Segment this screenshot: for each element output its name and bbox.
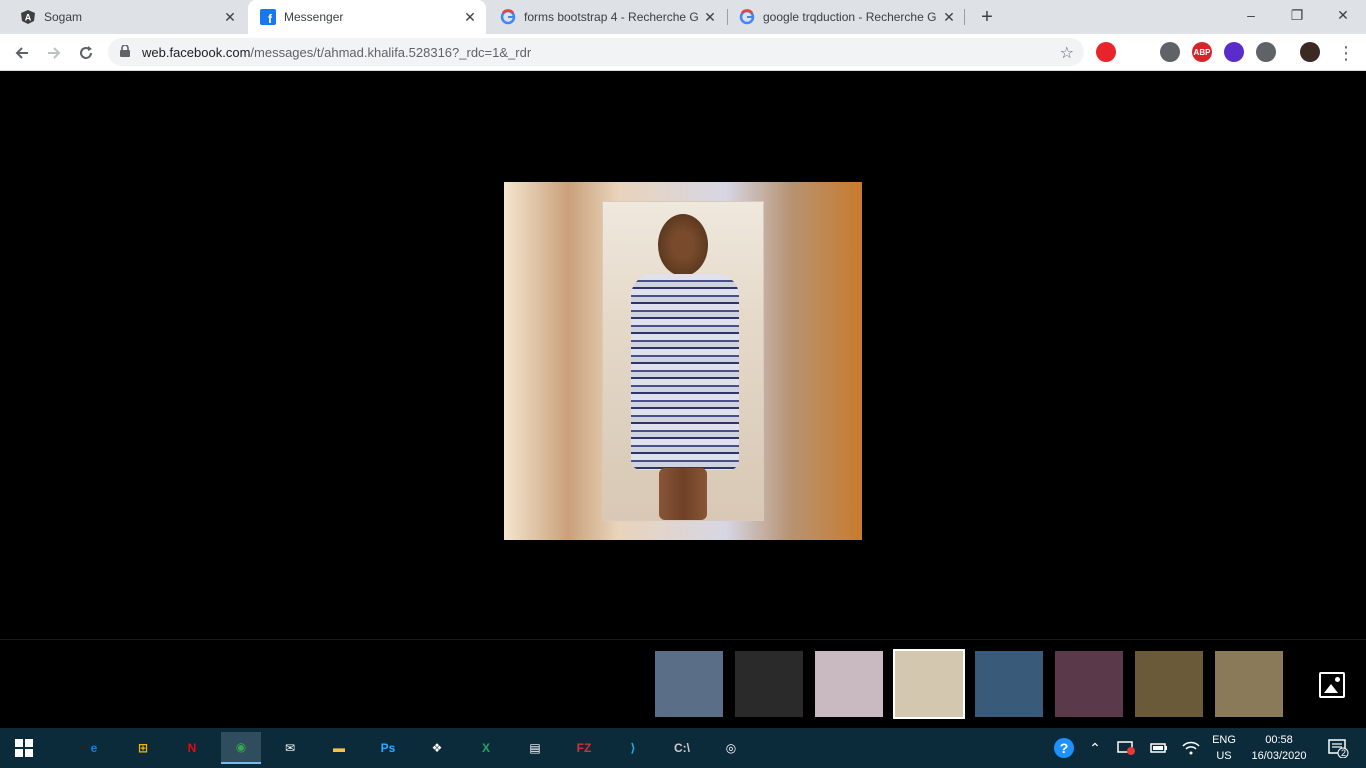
groove-icon[interactable]: ◎ (711, 732, 751, 764)
purple-extension-icon[interactable] (1224, 42, 1244, 62)
close-icon[interactable]: ✕ (222, 9, 238, 25)
show-hidden-icons[interactable]: ⌃ (1084, 728, 1106, 768)
reload-icon (80, 46, 92, 59)
forward-button[interactable] (40, 39, 68, 67)
tab-forms-bootstrap[interactable]: forms bootstrap 4 - Recherche G ✕ (488, 0, 726, 34)
figure-legs (659, 468, 707, 520)
terminal-icon[interactable]: C:\ (662, 732, 702, 764)
tab-title: forms bootstrap 4 - Recherche G (524, 10, 699, 24)
profile-avatar[interactable] (1300, 42, 1320, 62)
thumbnail-strip (0, 639, 1366, 728)
url-host: web.facebook.com (142, 44, 251, 60)
thumb-portrait[interactable] (1055, 651, 1123, 717)
gallery-icon[interactable] (1319, 672, 1345, 698)
windows-logo-icon (15, 739, 33, 757)
language-indicator[interactable]: ENG US (1208, 732, 1240, 764)
close-icon[interactable]: ✕ (462, 9, 478, 25)
tab-sogam[interactable]: A Sogam ✕ (8, 0, 246, 34)
keyboard-layout: US (1216, 750, 1232, 762)
help-icon[interactable]: ? (1052, 728, 1076, 768)
facebook-icon: f (260, 9, 276, 25)
back-arrow-icon (15, 47, 28, 59)
photo-viewer (0, 71, 1366, 639)
tab-google-traduction[interactable]: google trqduction - Recherche G ✕ (727, 0, 965, 34)
stop-extension-icon[interactable] (1096, 42, 1116, 62)
tab-title: Messenger (284, 10, 344, 24)
url-text: web.facebook.com/messages/t/ahmad.khalif… (142, 45, 531, 60)
windows-taskbar: e ⊞ N ◉ ✉ ▬ Ps ❖ X ▤ FZ ⟩ C:\ ◎ ? ⌃ ENG US 00:58 16/0… (0, 728, 1366, 768)
edge-icon[interactable]: e (74, 732, 114, 764)
tab-strip: A Sogam ✕ f Messenger ✕ forms bootstrap … (0, 0, 1366, 34)
tab-title: google trqduction - Recherche G (763, 10, 937, 24)
minimize-button[interactable]: – (1228, 0, 1274, 30)
wifi-icon[interactable] (1180, 728, 1202, 768)
new-tab-button[interactable]: + (976, 6, 998, 28)
thumb-dark-screenshot[interactable] (735, 651, 803, 717)
video-editor-icon[interactable]: ▤ (515, 732, 555, 764)
security-tray-icon[interactable] (1114, 728, 1138, 768)
angular-icon: A (20, 9, 36, 25)
mail-icon[interactable]: ✉ (270, 732, 310, 764)
netflix-icon[interactable]: N (172, 732, 212, 764)
thumb-chat-screenshot[interactable] (655, 651, 723, 717)
vscode-icon[interactable]: ⟩ (613, 732, 653, 764)
tab-messenger[interactable]: f Messenger ✕ (248, 0, 486, 34)
thumb-landscape[interactable] (1135, 651, 1203, 717)
close-icon[interactable]: ✕ (702, 9, 718, 25)
clock-date: 16/03/2020 (1251, 750, 1307, 762)
lock-icon (120, 43, 132, 60)
maximize-button[interactable]: ❐ (1274, 0, 1320, 30)
chrome-icon[interactable]: ◉ (221, 732, 261, 764)
svg-text:A: A (25, 13, 32, 23)
google-icon (500, 9, 516, 25)
excel-icon[interactable]: X (466, 732, 506, 764)
tab-separator (964, 9, 965, 25)
thumb-striped-dress[interactable] (893, 649, 965, 719)
bookmark-star-icon[interactable]: ☆ (1060, 43, 1074, 63)
dark-reader-icon[interactable] (1160, 42, 1180, 62)
thumb-blurred-photo[interactable] (815, 651, 883, 717)
thumb-phone-screenshot[interactable] (975, 651, 1043, 717)
store-icon[interactable]: ⊞ (123, 732, 163, 764)
action-center-button[interactable]: 2 (1320, 728, 1356, 768)
close-icon[interactable]: ✕ (941, 9, 957, 25)
start-button[interactable] (4, 732, 44, 764)
address-bar[interactable]: web.facebook.com/messages/t/ahmad.khalif… (108, 38, 1084, 66)
clock[interactable]: 00:58 16/03/2020 (1244, 732, 1314, 764)
browser-toolbar: web.facebook.com/messages/t/ahmad.khalif… (0, 34, 1366, 71)
battery-icon[interactable] (1148, 728, 1170, 768)
filezilla-icon[interactable]: FZ (564, 732, 604, 764)
explorer-icon[interactable]: ▬ (319, 732, 359, 764)
woman-in-striped-dress-photo (504, 182, 862, 540)
dropbox-icon[interactable]: ❖ (417, 732, 457, 764)
photoshop-icon[interactable]: Ps (368, 732, 408, 764)
notification-count: 2 (1341, 748, 1347, 758)
svg-text:?: ? (1060, 740, 1069, 756)
code-extension-icon[interactable] (1256, 42, 1276, 62)
tab-title: Sogam (44, 10, 83, 24)
figure-head (658, 214, 708, 276)
clock-time: 00:58 (1265, 734, 1293, 746)
forward-arrow-icon (48, 47, 61, 59)
adblock-plus-icon[interactable]: ABP (1192, 42, 1212, 62)
menu-icon[interactable]: ⋮ (1332, 39, 1360, 67)
url-path: /messages/t/ahmad.khalifa.528316?_rdc=1&… (250, 44, 532, 60)
figure-dress (631, 274, 739, 470)
thumb-outdoor[interactable] (1215, 651, 1283, 717)
reload-button[interactable] (72, 39, 100, 67)
language-code: ENG (1212, 734, 1236, 746)
google-icon (739, 9, 755, 25)
photo-foreground (602, 201, 764, 521)
close-window-button[interactable]: ✕ (1320, 0, 1366, 30)
back-button[interactable] (8, 39, 36, 67)
